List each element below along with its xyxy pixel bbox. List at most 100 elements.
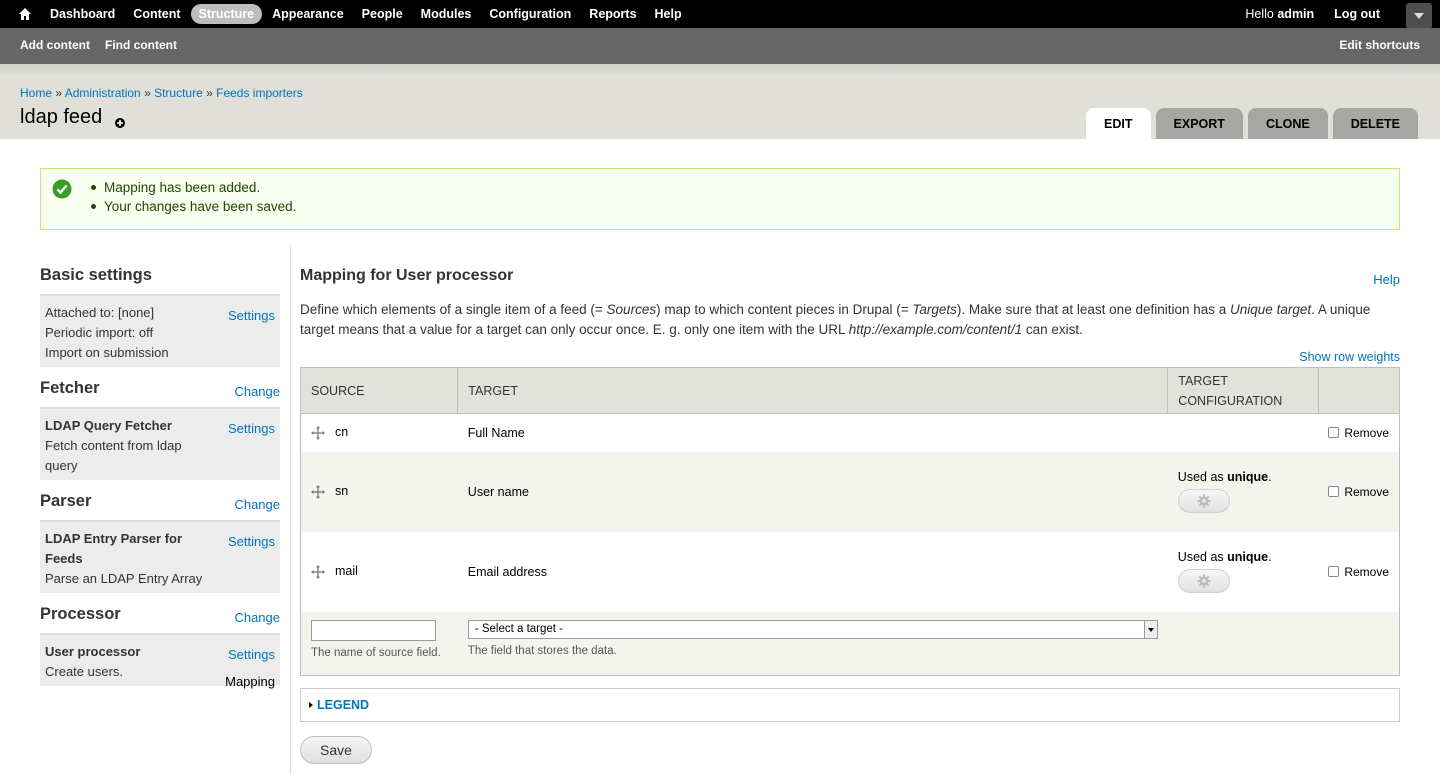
legend-toggle[interactable]: Legend	[317, 698, 369, 712]
parser-box: LDAP Entry Parser for Feeds Parse an LDA…	[40, 520, 280, 593]
menu-item-structure[interactable]: Structure	[190, 4, 263, 24]
breadcrumb-feeds-importers[interactable]: Feeds importers	[216, 86, 303, 100]
table-row: sn User name Used as unique. Remove	[300, 451, 1400, 532]
menu-item-content[interactable]: Content	[125, 4, 188, 24]
remove-label: Remove	[1344, 484, 1389, 499]
add-shortcut-icon[interactable]	[114, 112, 126, 128]
mapping-table: Source Target Target configuration cn Fu…	[300, 367, 1400, 676]
admin-toolbar: Dashboard Content Structure Appearance P…	[0, 0, 1440, 29]
menu-item-modules[interactable]: Modules	[413, 4, 480, 24]
new-target-cell: - Select a target - The field that store…	[457, 611, 1168, 676]
target-settings-button[interactable]	[1177, 569, 1230, 593]
tab-edit[interactable]: Edit	[1086, 108, 1151, 139]
fetcher-name: LDAP Query Fetcher	[45, 418, 172, 433]
menu-item-configuration[interactable]: Configuration	[481, 4, 579, 24]
tab-export[interactable]: Export	[1155, 108, 1243, 139]
target-select[interactable]: - Select a target -	[467, 619, 1158, 639]
target-settings-button[interactable]	[1177, 489, 1230, 513]
tab-delete[interactable]: Delete	[1332, 108, 1418, 139]
drag-handle-icon[interactable]	[311, 426, 325, 441]
source-name-input[interactable]	[311, 619, 436, 641]
parser-change-link[interactable]: Change	[234, 492, 280, 518]
menu-item-dashboard[interactable]: Dashboard	[42, 4, 123, 24]
processor-mapping-link[interactable]: Mapping	[225, 672, 275, 692]
shortcut-add-content[interactable]: Add content	[20, 38, 90, 52]
processor-heading-text: Processor	[40, 605, 121, 623]
shortcuts-toggle-button[interactable]	[1406, 3, 1432, 29]
fetcher-change-link[interactable]: Change	[234, 379, 280, 405]
shortcut-find-content[interactable]: Find content	[105, 38, 177, 52]
dropdown-arrow-icon[interactable]	[1143, 620, 1157, 638]
user-links: Hello admin Log out	[1245, 0, 1380, 28]
remove-cell: Remove	[1318, 451, 1400, 532]
username-link[interactable]: admin	[1277, 7, 1314, 21]
source-value: cn	[335, 425, 349, 440]
expand-triangle-icon[interactable]	[309, 702, 313, 708]
parser-heading: Parser Change	[40, 488, 280, 514]
periodic-import-text: Periodic import: off	[45, 325, 154, 340]
checkbox-box[interactable]	[1328, 566, 1340, 577]
basic-settings-box: Attached to: [none] Periodic import: off…	[40, 294, 280, 367]
target-config-cell	[1167, 413, 1319, 452]
target-value: Email address	[457, 531, 1168, 612]
home-icon[interactable]	[14, 4, 36, 24]
breadcrumb-home[interactable]: Home	[20, 86, 52, 100]
unique-prefix: Used as	[1177, 550, 1228, 564]
remove-checkbox[interactable]: Remove	[1328, 485, 1389, 499]
toolbar-menu: Dashboard Content Structure Appearance P…	[42, 0, 692, 28]
processor-settings-link[interactable]: Settings	[228, 645, 275, 665]
drag-handle-icon[interactable]	[311, 564, 325, 579]
parser-settings-link[interactable]: Settings	[228, 532, 275, 552]
breadcrumb-administration[interactable]: Administration	[65, 86, 141, 100]
unique-note: Used as unique.	[1177, 550, 1272, 564]
save-button[interactable]: Save	[300, 736, 372, 764]
source-cell: cn	[300, 413, 458, 452]
empty-cell	[1167, 611, 1319, 676]
basic-settings-link[interactable]: Settings	[228, 306, 275, 326]
help-link[interactable]: Help	[1373, 272, 1400, 287]
remove-checkbox[interactable]: Remove	[1328, 565, 1389, 579]
source-value: sn	[335, 484, 349, 499]
menu-item-help[interactable]: Help	[647, 4, 690, 24]
target-config-cell: Used as unique.	[1167, 531, 1319, 612]
desc-sources: Sources	[606, 302, 657, 317]
drag-handle-icon[interactable]	[311, 484, 325, 499]
tab-clone[interactable]: Clone	[1247, 108, 1328, 139]
source-cell: sn	[300, 451, 458, 532]
legend-fieldset[interactable]: Legend	[300, 688, 1400, 722]
target-config-cell: Used as unique.	[1167, 451, 1319, 532]
menu-item-reports[interactable]: Reports	[581, 4, 644, 24]
message-item: Your changes have been saved.	[91, 199, 296, 214]
target-hint: The field that stores the data.	[467, 644, 617, 657]
show-row-weights-link[interactable]: Show row weights	[1299, 350, 1400, 364]
processor-box: User processor Create users. Settings Ma…	[40, 633, 280, 689]
menu-item-people[interactable]: People	[354, 4, 411, 24]
logout-link[interactable]: Log out	[1334, 7, 1380, 21]
page-title-wrap: ldap feed	[20, 106, 126, 129]
target-value: User name	[457, 451, 1168, 532]
fetcher-settings-link[interactable]: Settings	[228, 419, 275, 439]
message-list: Mapping has been added. Your changes hav…	[91, 180, 296, 218]
column-header-target: Target	[457, 367, 1169, 414]
gear-icon	[1197, 494, 1211, 508]
add-mapping-row: The name of source field. - Select a tar…	[300, 611, 1400, 676]
remove-cell: Remove	[1318, 531, 1400, 612]
edit-shortcuts-link[interactable]: Edit shortcuts	[1339, 38, 1420, 52]
unique-word: unique	[1227, 550, 1269, 564]
parser-description: Parse an LDAP Entry Array	[45, 571, 203, 586]
checkbox-box[interactable]	[1328, 486, 1340, 497]
column-header-target-configuration: Target configuration	[1167, 367, 1319, 414]
gear-icon	[1197, 574, 1211, 588]
desc-part: ). Make sure that at least one definitio…	[956, 302, 1231, 317]
menu-item-appearance[interactable]: Appearance	[264, 4, 352, 24]
new-source-cell: The name of source field.	[300, 611, 458, 676]
desc-targets: Targets	[912, 302, 957, 317]
remove-checkbox[interactable]: Remove	[1328, 426, 1389, 440]
empty-cell	[1318, 611, 1400, 676]
target-configuration-label: Target configuration	[1178, 373, 1283, 408]
breadcrumb-structure[interactable]: Structure	[154, 86, 203, 100]
processor-change-link[interactable]: Change	[234, 605, 280, 631]
checkbox-box[interactable]	[1328, 427, 1340, 439]
chevron-down-icon	[1414, 13, 1424, 19]
desc-part: Define which elements of a single item o…	[300, 302, 607, 317]
